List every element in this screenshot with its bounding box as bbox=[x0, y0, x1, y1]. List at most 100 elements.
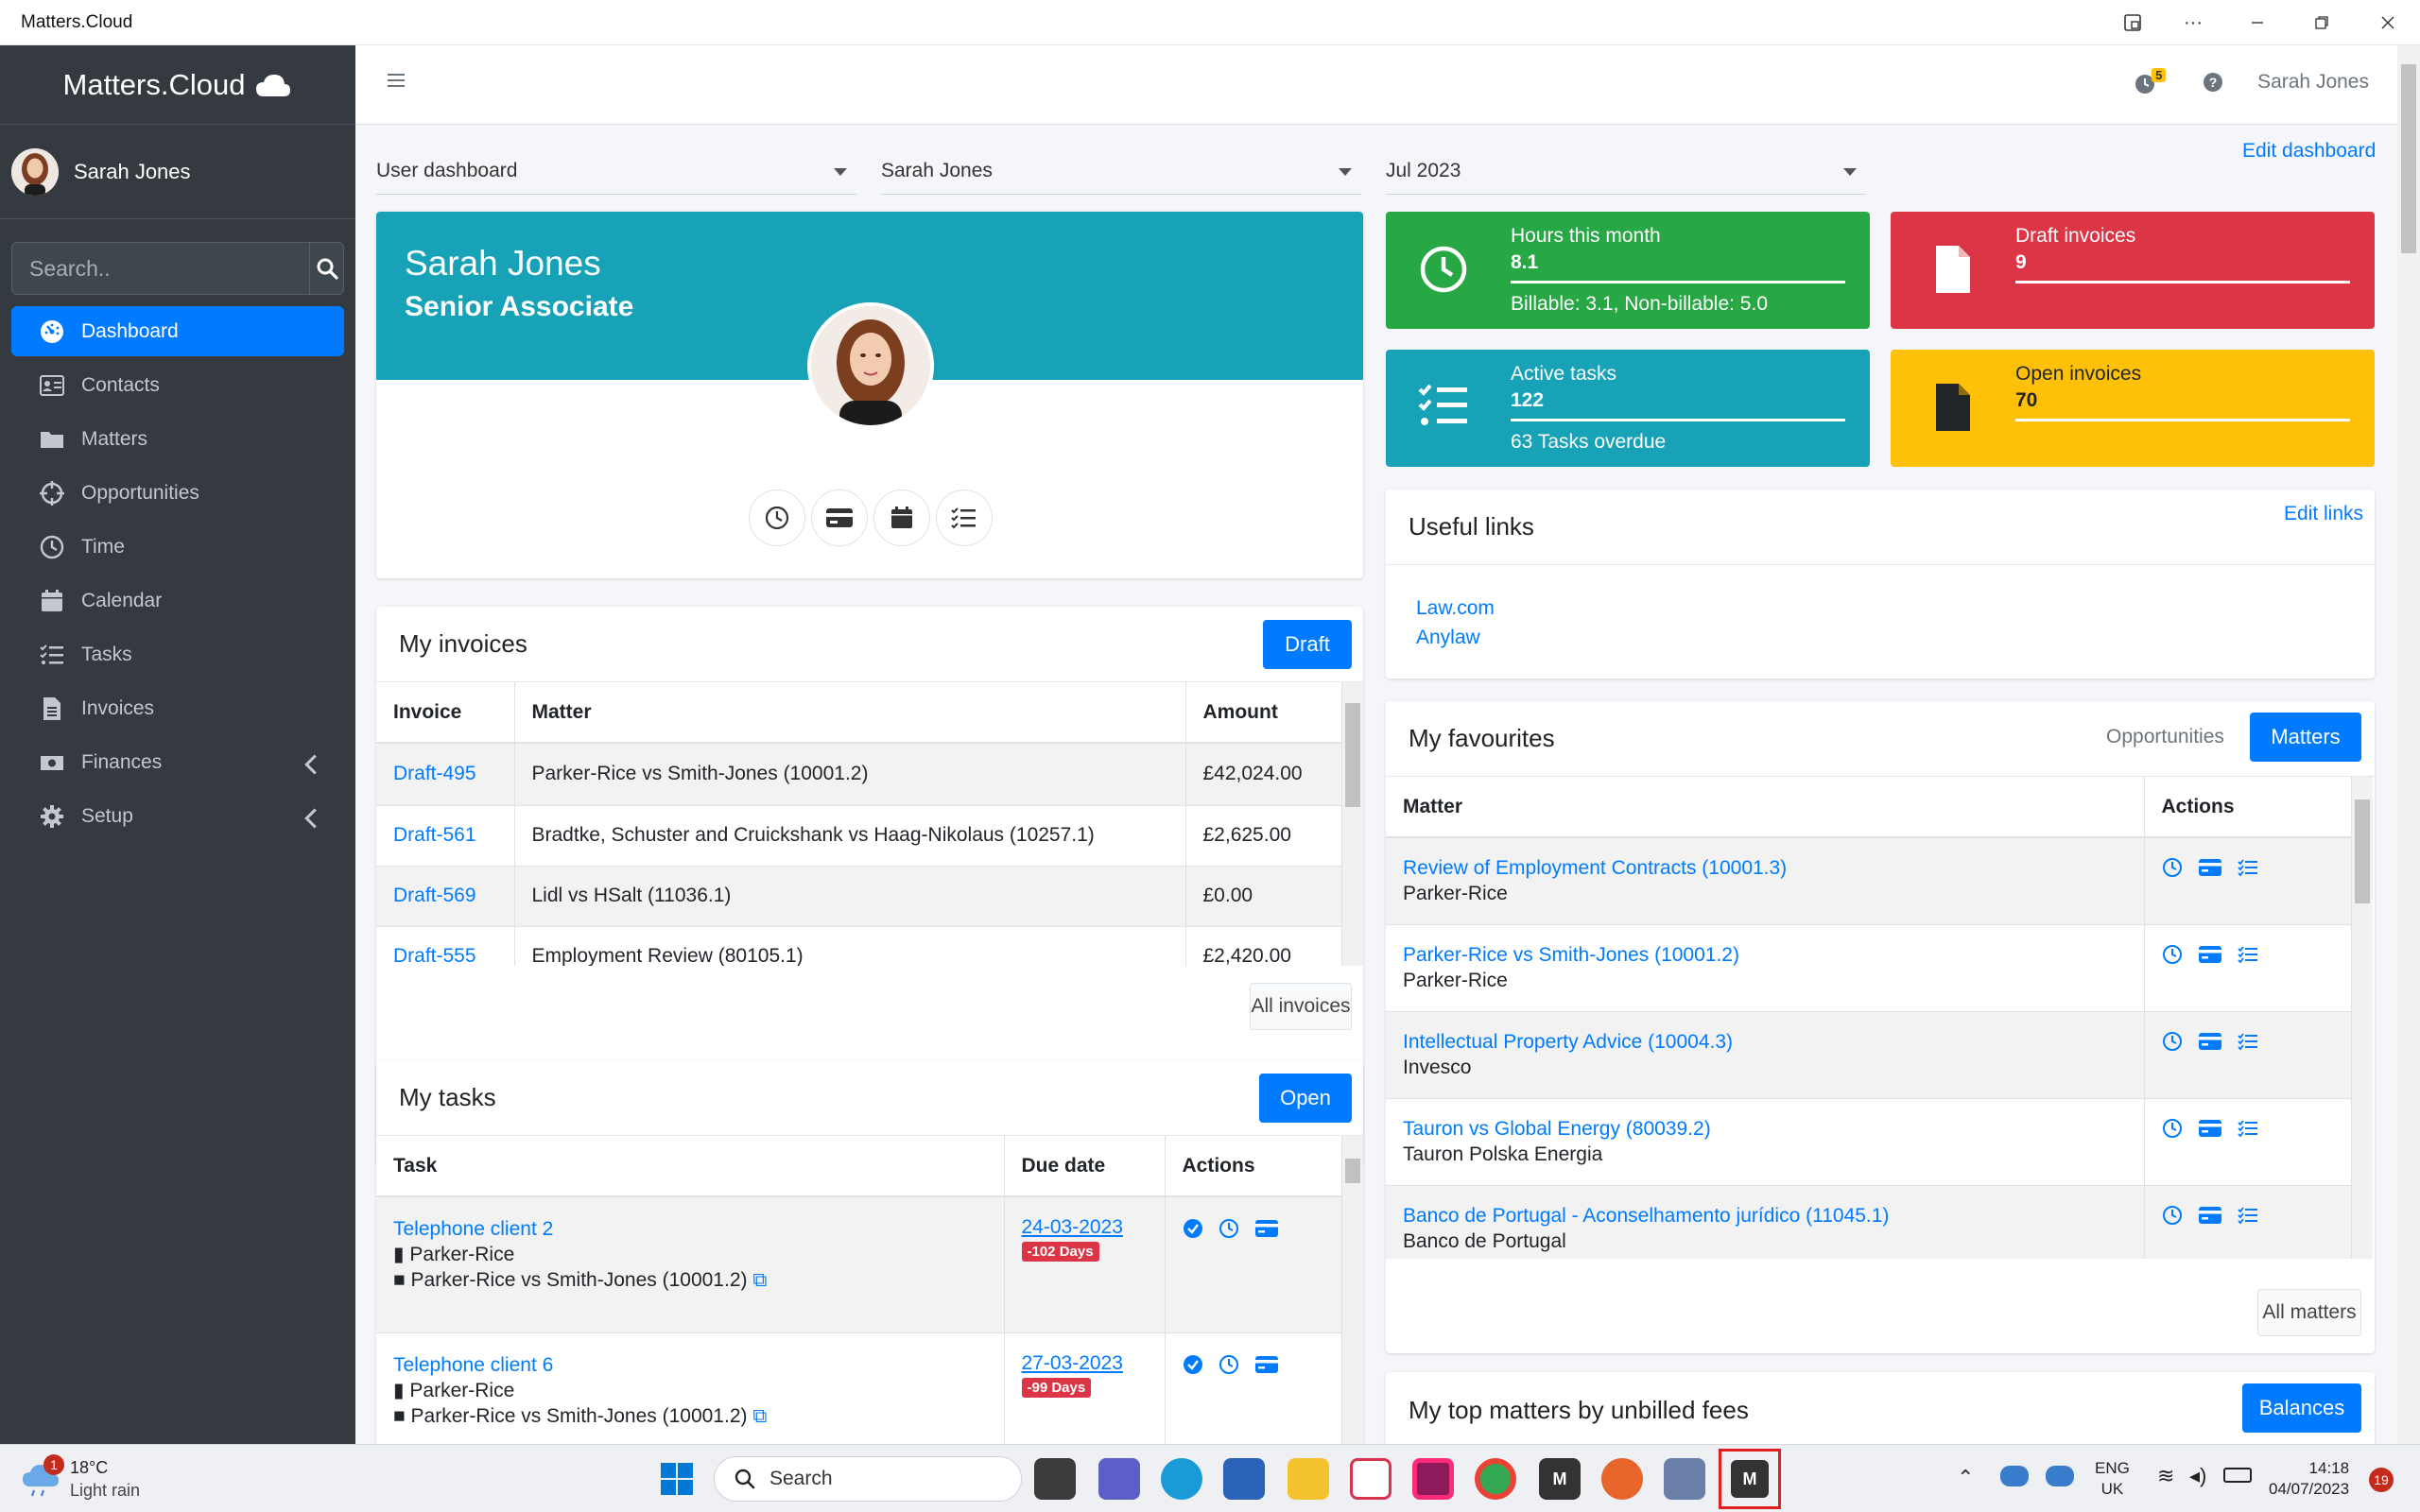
opera-icon[interactable] bbox=[1412, 1458, 1454, 1500]
all-invoices-button[interactable]: All invoices bbox=[1250, 983, 1352, 1030]
draft-button[interactable]: Draft bbox=[1263, 620, 1352, 669]
clock-icon[interactable] bbox=[1219, 1354, 1239, 1375]
clock-icon[interactable] bbox=[2162, 857, 2183, 878]
tab-opportunities[interactable]: Opportunities bbox=[2106, 726, 2224, 748]
close-button[interactable] bbox=[2369, 8, 2407, 38]
more-options-icon[interactable]: ··· bbox=[2174, 8, 2212, 38]
user-select[interactable]: Sarah Jones bbox=[881, 147, 1361, 195]
page-scrollbar[interactable] bbox=[2397, 45, 2420, 1444]
dashboard-select[interactable]: User dashboard bbox=[376, 147, 856, 195]
chrome-profile-icon[interactable] bbox=[1601, 1458, 1643, 1500]
external-link-icon[interactable]: ⧉ bbox=[752, 1269, 767, 1291]
start-button[interactable] bbox=[656, 1458, 698, 1500]
tasks-icon[interactable] bbox=[2237, 945, 2258, 964]
credit-card-icon[interactable] bbox=[2198, 1206, 2222, 1225]
favourite-matter-link[interactable]: Banco de Portugal - Aconselhamento juríd… bbox=[1403, 1203, 2127, 1228]
favourite-matter-link[interactable]: Review of Employment Contracts (10001.3) bbox=[1403, 855, 2127, 881]
onedrive-error-icon[interactable] bbox=[2000, 1466, 2029, 1486]
weather-widget[interactable]: 1 18°C Light rain bbox=[21, 1454, 172, 1503]
credit-card-icon[interactable] bbox=[2198, 945, 2222, 964]
restore-button[interactable] bbox=[2303, 8, 2341, 38]
task-link[interactable]: Telephone client 2 bbox=[393, 1216, 987, 1242]
invoice-link[interactable]: Draft-495 bbox=[376, 743, 515, 806]
topnav-user[interactable]: Sarah Jones bbox=[2257, 71, 2369, 94]
system-clock[interactable]: 14:18 04/07/2023 bbox=[2269, 1458, 2349, 1500]
profile-expense-button[interactable] bbox=[811, 490, 868, 546]
clock-icon[interactable] bbox=[2162, 1118, 2183, 1139]
clock-icon[interactable] bbox=[2162, 1031, 2183, 1052]
search-button[interactable] bbox=[309, 243, 343, 294]
stat-open-invoices[interactable]: Open invoices 70 bbox=[1891, 350, 2375, 467]
invoice-link[interactable]: Draft-555 bbox=[376, 926, 515, 966]
favourite-matter-link[interactable]: Parker-Rice vs Smith-Jones (10001.2) bbox=[1403, 942, 2127, 968]
month-select[interactable]: Jul 2023 bbox=[1386, 147, 1866, 195]
sidebar-item-invoices[interactable]: Invoices bbox=[11, 683, 344, 733]
clock-icon[interactable] bbox=[2162, 944, 2183, 965]
sidebar-item-matters[interactable]: Matters bbox=[11, 414, 344, 464]
taskbar-search[interactable]: Search bbox=[714, 1456, 1022, 1502]
sidebar-item-dashboard[interactable]: Dashboard bbox=[11, 306, 344, 356]
clock-icon[interactable] bbox=[2162, 1205, 2183, 1226]
credit-card-icon[interactable] bbox=[1254, 1355, 1279, 1374]
profile-tasks-button[interactable] bbox=[936, 490, 993, 546]
favourite-matter-link[interactable]: Intellectual Property Advice (10004.3) bbox=[1403, 1029, 2127, 1055]
clock-icon[interactable] bbox=[1219, 1218, 1239, 1239]
tasks-icon[interactable] bbox=[2237, 858, 2258, 877]
balances-button[interactable]: Balances bbox=[2242, 1383, 2361, 1433]
sidebar-item-tasks[interactable]: Tasks bbox=[11, 629, 344, 679]
stat-hours[interactable]: Hours this month 8.1 Billable: 3.1, Non-… bbox=[1386, 212, 1870, 329]
credit-card-icon[interactable] bbox=[2198, 1032, 2222, 1051]
wifi-icon[interactable]: ≋ bbox=[2157, 1464, 2174, 1488]
menu-toggle-icon[interactable] bbox=[386, 70, 406, 96]
language-indicator[interactable]: ENG UK bbox=[2095, 1458, 2130, 1500]
check-circle-icon[interactable] bbox=[1183, 1218, 1203, 1239]
minimize-button[interactable] bbox=[2238, 8, 2276, 38]
brand-logo[interactable]: Matters.Cloud bbox=[0, 45, 355, 125]
favourites-scrollbar[interactable] bbox=[2352, 777, 2373, 1259]
tasks-icon[interactable] bbox=[2237, 1032, 2258, 1051]
check-circle-icon[interactable] bbox=[1183, 1354, 1203, 1375]
task-link[interactable]: Telephone client 6 bbox=[393, 1352, 987, 1378]
tasks-icon[interactable] bbox=[2237, 1206, 2258, 1225]
stat-active-tasks[interactable]: Active tasks 122 63 Tasks overdue bbox=[1386, 350, 1870, 467]
useful-link[interactable]: Law.com bbox=[1416, 593, 2375, 623]
edit-links-link[interactable]: Edit links bbox=[2284, 503, 2363, 525]
external-link-icon[interactable]: ⧉ bbox=[752, 1405, 767, 1427]
matters-app-icon[interactable]: M bbox=[1539, 1458, 1581, 1500]
chrome-icon[interactable] bbox=[1475, 1458, 1516, 1500]
sync-app-icon[interactable] bbox=[1350, 1458, 1392, 1500]
sidebar-search-input[interactable] bbox=[12, 243, 309, 294]
onedrive-icon[interactable] bbox=[2046, 1466, 2074, 1486]
stat-draft-invoices[interactable]: Draft invoices 9 bbox=[1891, 212, 2375, 329]
sidebar-item-opportunities[interactable]: Opportunities bbox=[11, 468, 344, 518]
sidebar-item-calendar[interactable]: Calendar bbox=[11, 576, 344, 626]
edit-dashboard-link[interactable]: Edit dashboard bbox=[2242, 140, 2376, 163]
store-icon[interactable] bbox=[1223, 1458, 1265, 1500]
file-explorer-icon[interactable] bbox=[1288, 1458, 1329, 1500]
credit-card-icon[interactable] bbox=[2198, 1119, 2222, 1138]
help-icon[interactable]: ? bbox=[2203, 72, 2223, 93]
teams-icon[interactable] bbox=[1098, 1458, 1140, 1500]
chevron-up-icon[interactable]: ⌃ bbox=[1957, 1466, 1974, 1490]
tasks-icon[interactable] bbox=[2237, 1119, 2258, 1138]
profile-calendar-button[interactable] bbox=[873, 490, 930, 546]
edge-icon[interactable] bbox=[1161, 1458, 1202, 1500]
favourite-matter-link[interactable]: Tauron vs Global Energy (80039.2) bbox=[1403, 1116, 2127, 1142]
sidebar-item-setup[interactable]: Setup bbox=[11, 791, 344, 841]
matters-app-active-icon[interactable]: M bbox=[1719, 1449, 1781, 1509]
profile-time-button[interactable] bbox=[749, 490, 805, 546]
remote-app-icon[interactable] bbox=[1664, 1458, 1705, 1500]
tasks-scrollbar[interactable] bbox=[1342, 1136, 1363, 1444]
invoice-link[interactable]: Draft-569 bbox=[376, 866, 515, 927]
open-tasks-button[interactable]: Open bbox=[1259, 1074, 1352, 1123]
sidebar-item-finances[interactable]: Finances bbox=[11, 737, 344, 787]
credit-card-icon[interactable] bbox=[2198, 858, 2222, 877]
timer-notification[interactable]: 5 bbox=[2135, 68, 2169, 96]
credit-card-icon[interactable] bbox=[1254, 1219, 1279, 1238]
all-matters-button[interactable]: All matters bbox=[2257, 1289, 2361, 1336]
sidebar-item-time[interactable]: Time bbox=[11, 522, 344, 572]
task-due-date[interactable]: 27-03-2023 bbox=[1022, 1352, 1148, 1375]
useful-link[interactable]: Anylaw bbox=[1416, 623, 2375, 652]
user-panel[interactable]: Sarah Jones bbox=[0, 125, 355, 219]
volume-icon[interactable]: ◂) bbox=[2189, 1464, 2206, 1488]
